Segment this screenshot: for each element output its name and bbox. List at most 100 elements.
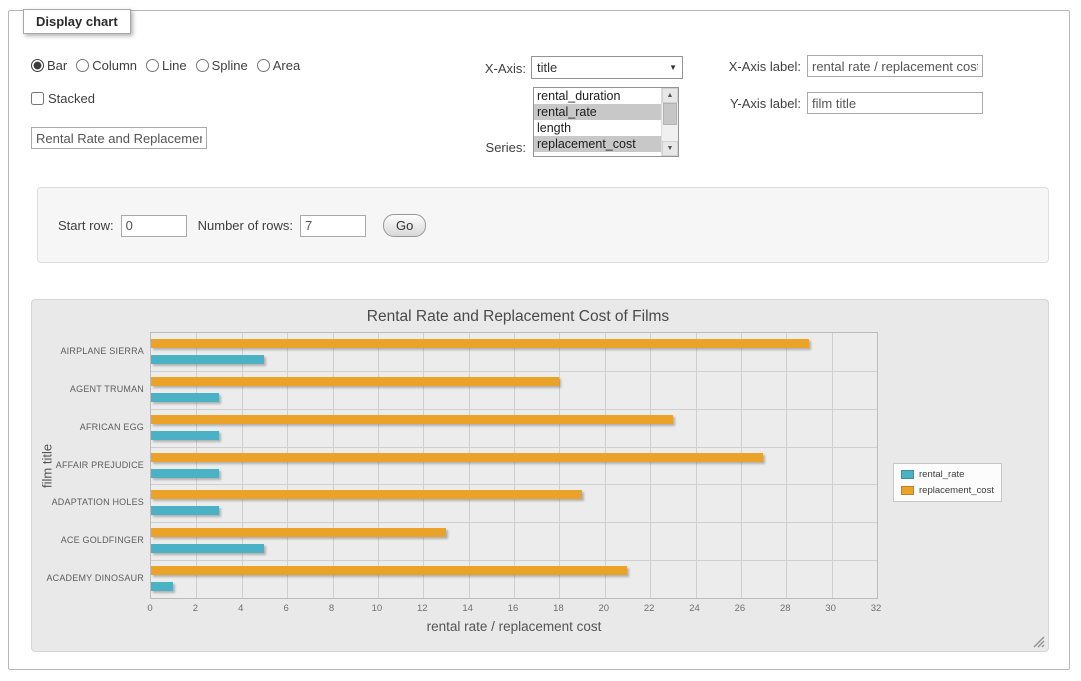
bar-rental_rate	[151, 506, 219, 515]
gridline-vertical	[605, 333, 606, 598]
series-option-replacement-cost[interactable]: replacement_cost	[534, 136, 661, 152]
bar-rental_rate	[151, 355, 264, 364]
series-option-list: rental_duration rental_rate length repla…	[534, 88, 661, 156]
chart-type-area-radio[interactable]	[257, 59, 270, 72]
go-button[interactable]: Go	[383, 214, 426, 237]
legend-item: rental_rate	[901, 469, 994, 480]
stacked-checkbox[interactable]	[31, 92, 44, 105]
gridline-vertical	[378, 333, 379, 598]
chart-type-spline-radio[interactable]	[196, 59, 209, 72]
legend-item: replacement_cost	[901, 485, 994, 496]
legend-swatch-replacement_cost	[901, 486, 914, 495]
scroll-down-icon[interactable]: ▼	[662, 141, 678, 156]
bar-replacement_cost	[151, 528, 446, 537]
gridline-vertical	[832, 333, 833, 598]
chart-type-bar-radio[interactable]	[31, 59, 44, 72]
category-label: AFRICAN EGG	[80, 422, 144, 432]
y-axis-label-field-label: Y-Axis label:	[709, 96, 801, 111]
x-tick-label: 26	[735, 603, 746, 614]
scrollbar-thumb[interactable]	[663, 103, 677, 125]
bar-rental_rate	[151, 469, 219, 478]
gridline-horizontal	[151, 484, 877, 485]
x-tick-label: 14	[462, 603, 473, 614]
resize-handle-icon[interactable]	[1033, 636, 1045, 648]
chart-legend: rental_rate replacement_cost	[893, 463, 1002, 502]
x-tick-label: 4	[238, 603, 243, 614]
x-axis-label-input[interactable]	[807, 55, 983, 77]
x-tick-label: 2	[193, 603, 198, 614]
x-axis-select[interactable]: title ▼	[531, 56, 683, 79]
scroll-up-icon[interactable]: ▲	[662, 88, 678, 103]
gridline-vertical	[242, 333, 243, 598]
chart-type-column[interactable]: Column	[76, 58, 137, 73]
chart-type-bar-label: Bar	[47, 58, 67, 73]
gridline-vertical	[287, 333, 288, 598]
gridline-horizontal	[151, 447, 877, 448]
x-tick-label: 32	[871, 603, 882, 614]
legend-label: rental_rate	[919, 469, 964, 480]
chart-x-axis-title: rental rate / replacement cost	[150, 619, 878, 634]
chart-type-line[interactable]: Line	[146, 58, 187, 73]
bar-replacement_cost	[151, 566, 627, 575]
chart-title: Rental Rate and Replacement Cost of Film…	[32, 308, 1004, 326]
chart-type-column-label: Column	[92, 58, 137, 73]
number-of-rows-input[interactable]	[300, 215, 366, 237]
gridline-horizontal	[151, 371, 877, 372]
x-tick-label: 12	[417, 603, 428, 614]
bar-rental_rate	[151, 393, 219, 402]
legend-label: replacement_cost	[919, 485, 994, 496]
gridline-horizontal	[151, 409, 877, 410]
y-axis-label-input[interactable]	[807, 92, 983, 114]
bar-rental_rate	[151, 544, 264, 553]
category-label: AIRPLANE SIERRA	[60, 346, 144, 356]
x-tick-label: 30	[825, 603, 836, 614]
chart-type-line-radio[interactable]	[146, 59, 159, 72]
x-tick-label: 18	[553, 603, 564, 614]
x-tick-label: 16	[508, 603, 519, 614]
panel-legend: Display chart	[23, 9, 131, 34]
gridline-vertical	[786, 333, 787, 598]
display-chart-fieldset: Display chart Bar Column Line Spline Are…	[8, 10, 1070, 670]
bar-replacement_cost	[151, 339, 809, 348]
gridline-vertical	[469, 333, 470, 598]
number-of-rows-label: Number of rows:	[198, 218, 293, 233]
start-row-input[interactable]	[121, 215, 187, 237]
series-option-rental-duration[interactable]: rental_duration	[534, 88, 661, 104]
bar-replacement_cost	[151, 490, 582, 499]
category-label: ACE GOLDFINGER	[61, 535, 144, 545]
series-list-scrollbar[interactable]: ▲ ▼	[661, 88, 678, 156]
rows-form: Start row: Number of rows: Go	[58, 214, 426, 237]
category-label: ADAPTATION HOLES	[52, 497, 144, 507]
gridline-vertical	[559, 333, 560, 598]
chart-type-area[interactable]: Area	[257, 58, 300, 73]
series-option-rental-rate[interactable]: rental_rate	[534, 104, 661, 120]
gridline-horizontal	[151, 560, 877, 561]
chart-title-input[interactable]	[31, 127, 207, 149]
chart-type-spline[interactable]: Spline	[196, 58, 248, 73]
chart-type-radio-group: Bar Column Line Spline Area	[31, 58, 300, 73]
page: Display chart Bar Column Line Spline Are…	[0, 0, 1081, 681]
stacked-label: Stacked	[48, 91, 95, 106]
gridline-vertical	[650, 333, 651, 598]
x-tick-label: 8	[329, 603, 334, 614]
series-listbox[interactable]: rental_duration rental_rate length repla…	[533, 87, 679, 157]
start-row-label: Start row:	[58, 218, 114, 233]
chart-type-spline-label: Spline	[212, 58, 248, 73]
chart-type-bar[interactable]: Bar	[31, 58, 67, 73]
gridline-vertical	[696, 333, 697, 598]
bar-replacement_cost	[151, 453, 763, 462]
chart-type-column-radio[interactable]	[76, 59, 89, 72]
legend-swatch-rental_rate	[901, 470, 914, 479]
series-field-label: Series:	[439, 140, 526, 155]
category-label: AFFAIR PREJUDICE	[56, 460, 144, 470]
x-axis-select-value: title	[537, 60, 557, 75]
series-option-length[interactable]: length	[534, 120, 661, 136]
bar-rental_rate	[151, 582, 173, 591]
x-tick-label: 20	[598, 603, 609, 614]
x-tick-label: 10	[372, 603, 383, 614]
category-label: ACADEMY DINOSAUR	[46, 573, 144, 583]
bar-replacement_cost	[151, 415, 673, 424]
stacked-checkbox-row[interactable]: Stacked	[31, 91, 95, 106]
x-tick-labels: 02468101214161820222426283032	[150, 603, 878, 615]
gridline-vertical	[514, 333, 515, 598]
